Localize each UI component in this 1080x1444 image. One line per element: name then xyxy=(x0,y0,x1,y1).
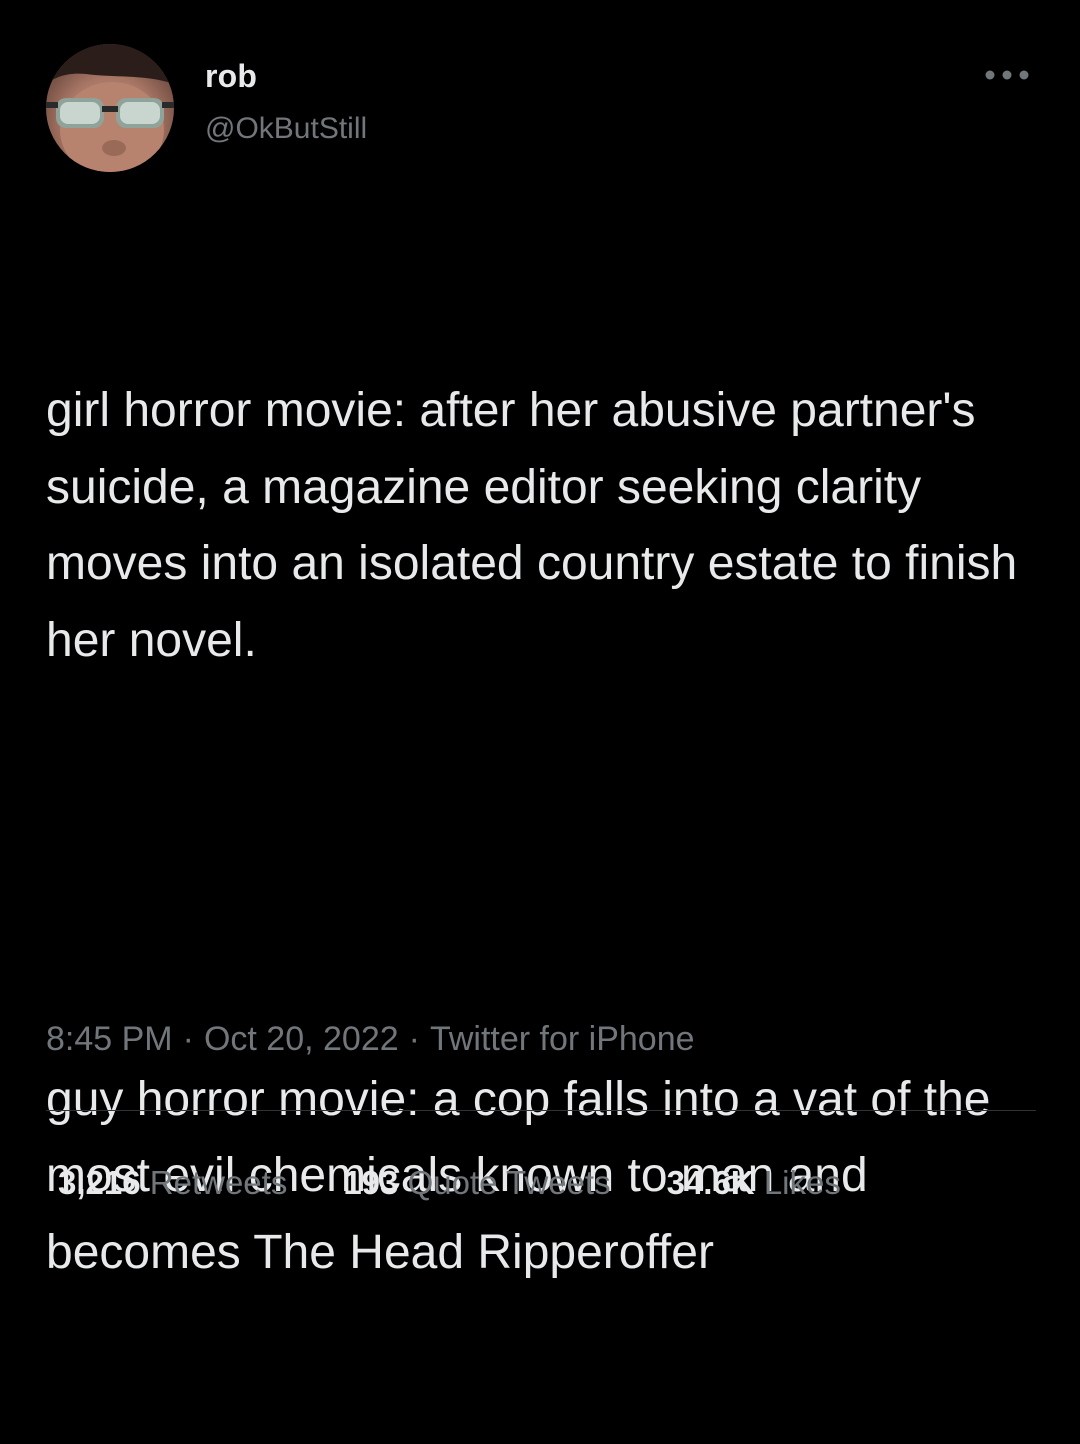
divider xyxy=(46,1110,1036,1111)
tweet-text: girl horror movie: after her abusive par… xyxy=(46,220,1046,1444)
tweet-source[interactable]: Twitter for iPhone xyxy=(430,1020,695,1058)
likes-stat[interactable]: 34.6K Likes xyxy=(667,1164,841,1202)
avatar-image xyxy=(46,44,174,172)
tweet-stats: 3,216 Retweets 193 Quote Tweets 34.6K Li… xyxy=(58,1164,841,1202)
quote-tweets-stat[interactable]: 193 Quote Tweets xyxy=(343,1164,610,1202)
likes-count: 34.6K xyxy=(666,1164,755,1201)
user-handle[interactable]: @OkButStill xyxy=(205,112,367,146)
tweet-time[interactable]: 8:45 PM xyxy=(46,1020,173,1058)
meta-separator: · xyxy=(182,1020,194,1058)
retweets-stat[interactable]: 3,216 Retweets xyxy=(58,1164,287,1202)
avatar[interactable] xyxy=(46,44,174,172)
user-display-name[interactable]: rob xyxy=(205,58,257,95)
retweets-label: Retweets xyxy=(149,1164,288,1201)
tweet-paragraph: girl horror movie: after her abusive par… xyxy=(46,384,1031,667)
more-horizontal-icon xyxy=(985,70,1029,80)
quote-tweets-label: Quote Tweets xyxy=(407,1164,611,1201)
quote-tweets-count: 193 xyxy=(343,1164,399,1201)
meta-separator: · xyxy=(408,1020,420,1058)
retweets-count: 3,216 xyxy=(58,1164,141,1201)
tweet-date[interactable]: Oct 20, 2022 xyxy=(204,1020,399,1058)
more-button[interactable] xyxy=(982,62,1032,88)
likes-label: Likes xyxy=(763,1164,841,1201)
tweet-metadata: 8:45 PM · Oct 20, 2022 · Twitter for iPhone xyxy=(46,1020,695,1059)
tweet-card: rob @OkButStill girl horror movie: after… xyxy=(0,0,1080,1279)
